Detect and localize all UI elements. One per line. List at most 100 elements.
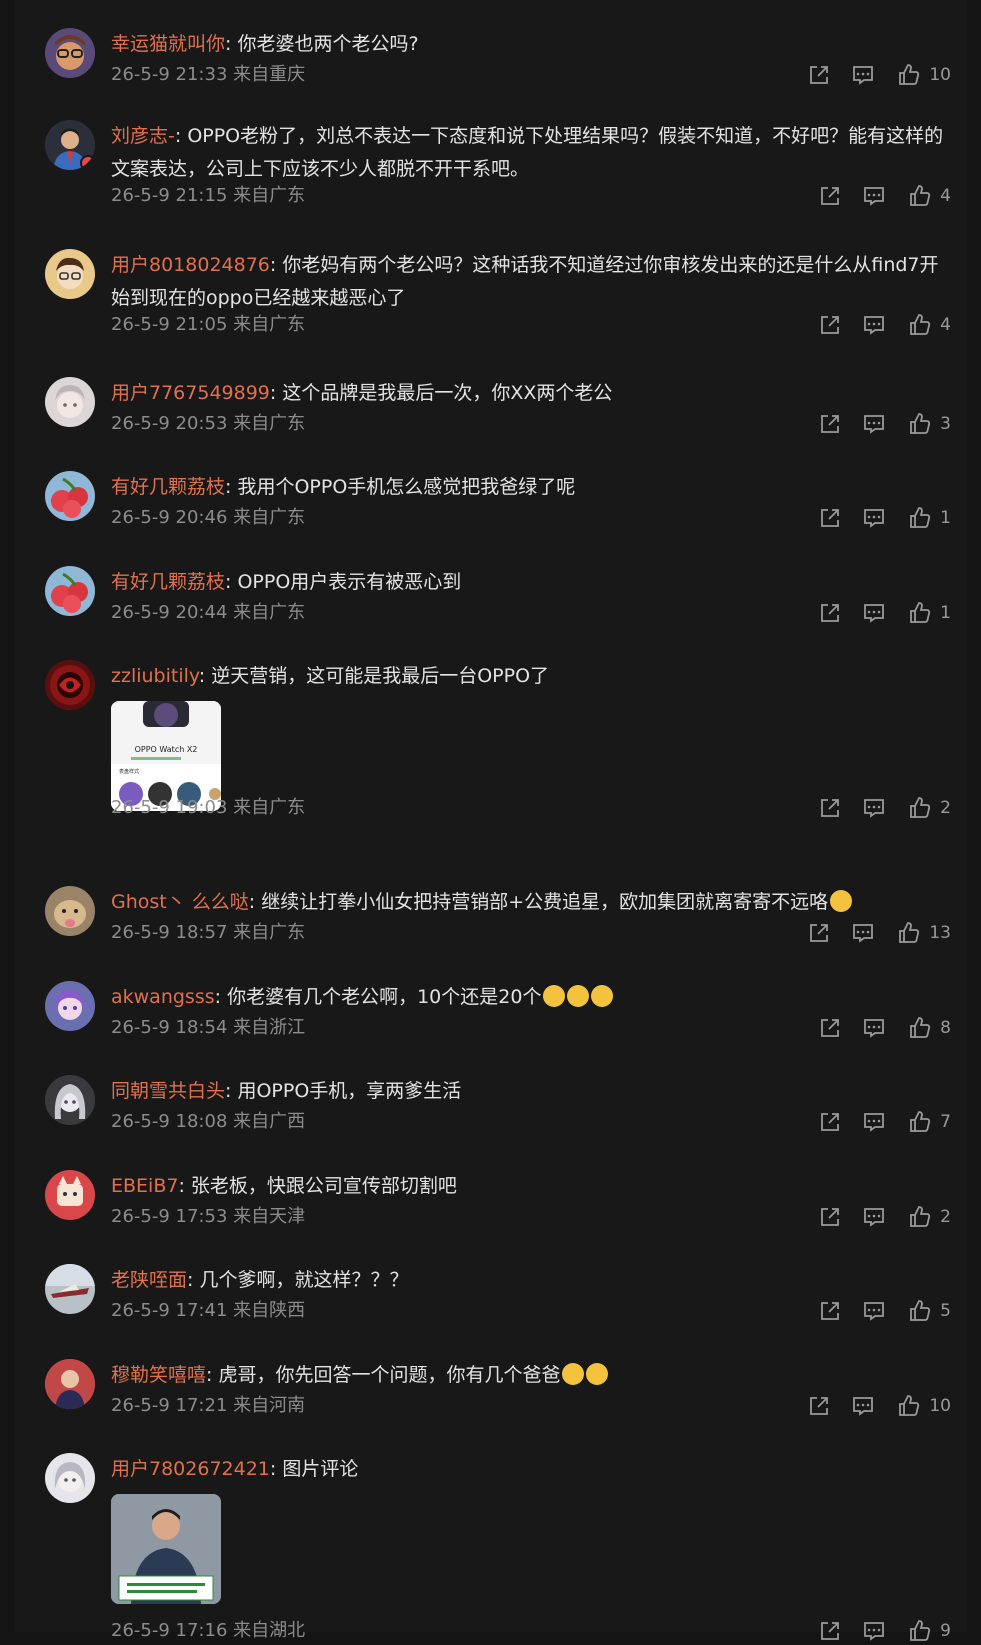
reply-button[interactable]	[851, 61, 875, 89]
avatar[interactable]	[45, 1075, 95, 1125]
share-button[interactable]	[818, 1203, 842, 1231]
like-button[interactable]: 10	[897, 61, 951, 89]
avatar[interactable]	[45, 660, 95, 710]
comment-text: 刘彦志-: OPPO老粉了，刘总不表达一下态度和说下处理结果吗？假装不知道，不好…	[111, 120, 951, 186]
like-count: 7	[940, 1112, 951, 1132]
comment-meta: 26-5-9 20:53 来自广东	[111, 410, 305, 438]
comment-meta: 26-5-9 17:53 来自天津	[111, 1203, 305, 1231]
comment-meta: 26-5-9 17:41 来自陕西	[111, 1297, 305, 1325]
share-icon	[818, 1299, 842, 1323]
username[interactable]: 有好几颗荔枝	[111, 571, 225, 593]
thumbs-up-icon	[897, 921, 921, 945]
location: 来自湖北	[233, 1620, 306, 1641]
avatar[interactable]	[45, 28, 95, 78]
username[interactable]: 刘彦志-	[111, 125, 175, 147]
username[interactable]: 穆勒笑嘻嘻	[111, 1364, 206, 1386]
share-icon	[818, 1205, 842, 1229]
comment-image[interactable]	[111, 1494, 221, 1604]
reply-button[interactable]	[851, 1392, 875, 1420]
share-button[interactable]	[818, 410, 842, 438]
share-button[interactable]	[818, 1108, 842, 1136]
comment-icon	[851, 63, 875, 87]
like-button[interactable]: 2	[908, 1203, 951, 1231]
timestamp: 26-5-9 20:46	[111, 507, 228, 528]
reply-button[interactable]	[862, 1108, 886, 1136]
avatar[interactable]	[45, 1359, 95, 1409]
comment-actions: 10	[807, 61, 951, 89]
avatar[interactable]	[45, 1170, 95, 1220]
like-button[interactable]: 4	[908, 182, 951, 210]
comment-content: 虎哥，你先回答一个问题，你有几个爸爸	[218, 1364, 561, 1386]
like-button[interactable]: 1	[908, 504, 951, 532]
comment-actions: 2	[818, 794, 951, 822]
share-button[interactable]	[818, 182, 842, 210]
comment-content: OPPO老粉了，刘总不表达一下态度和说下处理结果吗？假装不知道，不好吧？能有这样…	[111, 125, 944, 180]
like-button[interactable]: 13	[897, 919, 951, 947]
avatar[interactable]	[45, 1453, 95, 1503]
share-button[interactable]	[807, 1392, 831, 1420]
reply-button[interactable]	[862, 599, 886, 627]
username[interactable]: Ghost丶 么么哒	[111, 891, 249, 913]
avatar[interactable]	[45, 471, 95, 521]
like-button[interactable]: 1	[908, 599, 951, 627]
share-button[interactable]	[818, 1014, 842, 1042]
avatar[interactable]	[45, 566, 95, 616]
thumbs-up-icon	[908, 1016, 932, 1040]
comment-content: 继续让打拳小仙女把持营销部+公费追星，欧加集团就离寄寄不远咯	[261, 891, 829, 913]
share-button[interactable]	[807, 919, 831, 947]
username[interactable]: 用户7802672421	[111, 1458, 270, 1480]
username[interactable]: 幸运猫就叫你	[111, 33, 225, 55]
like-button[interactable]: 4	[908, 311, 951, 339]
share-button[interactable]	[818, 504, 842, 532]
reply-button[interactable]	[862, 1297, 886, 1325]
like-button[interactable]: 7	[908, 1108, 951, 1136]
reply-button[interactable]	[862, 311, 886, 339]
like-button[interactable]: 5	[908, 1297, 951, 1325]
comment-content: 这个品牌是我最后一次，你XX两个老公	[282, 382, 613, 404]
share-button[interactable]	[818, 794, 842, 822]
comment-text: 同朝雪共白头: 用OPPO手机，享两爹生活	[111, 1075, 951, 1108]
avatar[interactable]	[45, 981, 95, 1031]
share-button[interactable]	[818, 1297, 842, 1325]
share-button[interactable]	[818, 1617, 842, 1645]
timestamp: 26-5-9 19:03	[111, 797, 228, 818]
image-caption: OPPO Watch X2	[135, 745, 198, 754]
username[interactable]: 用户8018024876	[111, 254, 270, 276]
reply-button[interactable]	[862, 1014, 886, 1042]
like-count: 3	[940, 414, 951, 434]
image-subcaption: 表盘样式	[119, 768, 139, 775]
username[interactable]: 用户7767549899	[111, 382, 270, 404]
share-button[interactable]	[807, 61, 831, 89]
avatar[interactable]	[45, 249, 95, 299]
reply-button[interactable]	[851, 919, 875, 947]
like-count: 1	[940, 508, 951, 528]
username[interactable]: 老陕咥面	[111, 1269, 187, 1291]
like-button[interactable]: 3	[908, 410, 951, 438]
timestamp: 26-5-9 18:57	[111, 922, 228, 943]
like-button[interactable]: 9	[908, 1617, 951, 1645]
username[interactable]: akwangsss	[111, 986, 215, 1008]
username[interactable]: 同朝雪共白头	[111, 1080, 225, 1102]
comment-icon	[862, 601, 886, 625]
share-button[interactable]	[818, 311, 842, 339]
comment-meta: 26-5-9 17:16 来自湖北	[111, 1617, 305, 1645]
username[interactable]: EBEiB7	[111, 1175, 178, 1197]
reply-button[interactable]	[862, 1617, 886, 1645]
reply-button[interactable]	[862, 182, 886, 210]
avatar[interactable]	[45, 120, 95, 170]
comment-text: 用户7767549899: 这个品牌是我最后一次，你XX两个老公	[111, 377, 951, 410]
reply-button[interactable]	[862, 410, 886, 438]
avatar[interactable]	[45, 377, 95, 427]
reply-button[interactable]	[862, 504, 886, 532]
reply-button[interactable]	[862, 1203, 886, 1231]
share-button[interactable]	[818, 599, 842, 627]
like-button[interactable]: 8	[908, 1014, 951, 1042]
username[interactable]: 有好几颗荔枝	[111, 476, 225, 498]
avatar[interactable]	[45, 886, 95, 936]
avatar[interactable]	[45, 1264, 95, 1314]
reply-button[interactable]	[862, 794, 886, 822]
like-button[interactable]: 10	[897, 1392, 951, 1420]
like-button[interactable]: 2	[908, 794, 951, 822]
username[interactable]: zzliubitily	[111, 665, 199, 687]
scrollbar[interactable]	[967, 0, 981, 1632]
